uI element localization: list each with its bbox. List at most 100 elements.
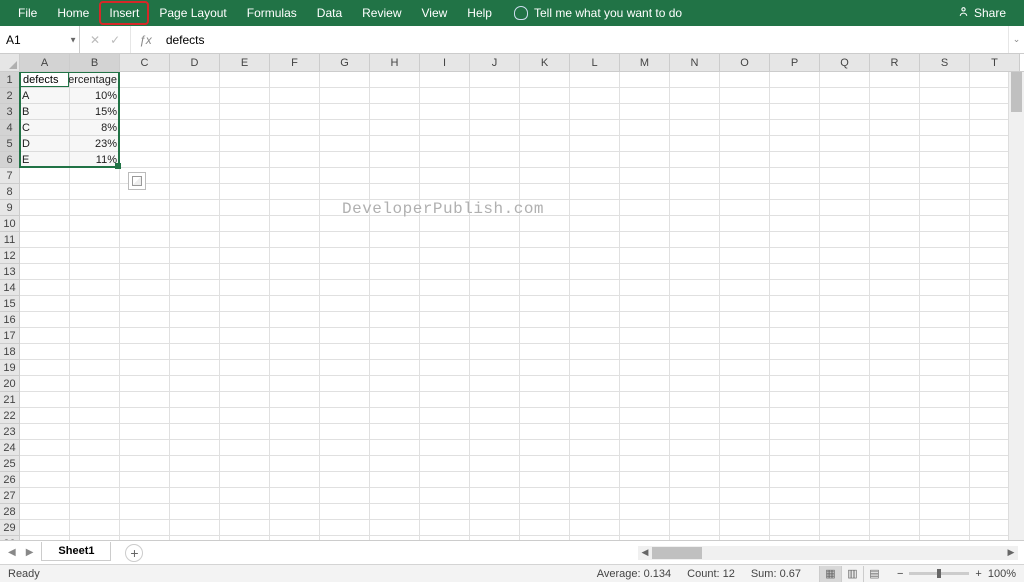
- cell-G14[interactable]: [320, 280, 370, 295]
- cell-Q21[interactable]: [820, 392, 870, 407]
- cell-B15[interactable]: [70, 296, 120, 311]
- cell-L16[interactable]: [570, 312, 620, 327]
- cell-S24[interactable]: [920, 440, 970, 455]
- cell-E12[interactable]: [220, 248, 270, 263]
- cell-K27[interactable]: [520, 488, 570, 503]
- col-header-R[interactable]: R: [870, 54, 920, 71]
- cell-B16[interactable]: [70, 312, 120, 327]
- cell-O5[interactable]: [720, 136, 770, 151]
- cell-P5[interactable]: [770, 136, 820, 151]
- cell-B23[interactable]: [70, 424, 120, 439]
- cell-I16[interactable]: [420, 312, 470, 327]
- cell-Q28[interactable]: [820, 504, 870, 519]
- cell-C27[interactable]: [120, 488, 170, 503]
- cell-C22[interactable]: [120, 408, 170, 423]
- cell-F24[interactable]: [270, 440, 320, 455]
- cell-P14[interactable]: [770, 280, 820, 295]
- cell-A29[interactable]: [20, 520, 70, 535]
- cell-S3[interactable]: [920, 104, 970, 119]
- cell-G17[interactable]: [320, 328, 370, 343]
- cell-R25[interactable]: [870, 456, 920, 471]
- cell-D4[interactable]: [170, 120, 220, 135]
- cell-H22[interactable]: [370, 408, 420, 423]
- cell-O20[interactable]: [720, 376, 770, 391]
- cell-P22[interactable]: [770, 408, 820, 423]
- cell-E21[interactable]: [220, 392, 270, 407]
- cell-S7[interactable]: [920, 168, 970, 183]
- cell-B18[interactable]: [70, 344, 120, 359]
- cell-C12[interactable]: [120, 248, 170, 263]
- formula-input[interactable]: [160, 26, 1008, 53]
- cell-D19[interactable]: [170, 360, 220, 375]
- cell-B11[interactable]: [70, 232, 120, 247]
- cell-K3[interactable]: [520, 104, 570, 119]
- cell-D23[interactable]: [170, 424, 220, 439]
- cell-K6[interactable]: [520, 152, 570, 167]
- cell-P15[interactable]: [770, 296, 820, 311]
- cell-G22[interactable]: [320, 408, 370, 423]
- cell-P4[interactable]: [770, 120, 820, 135]
- cell-H15[interactable]: [370, 296, 420, 311]
- cell-C6[interactable]: [120, 152, 170, 167]
- cell-Q24[interactable]: [820, 440, 870, 455]
- cell-N12[interactable]: [670, 248, 720, 263]
- cell-M14[interactable]: [620, 280, 670, 295]
- cell-H23[interactable]: [370, 424, 420, 439]
- cell-D6[interactable]: [170, 152, 220, 167]
- cell-R23[interactable]: [870, 424, 920, 439]
- cell-N4[interactable]: [670, 120, 720, 135]
- cell-O1[interactable]: [720, 72, 770, 87]
- cell-G9[interactable]: [320, 200, 370, 215]
- cell-I26[interactable]: [420, 472, 470, 487]
- cell-A21[interactable]: [20, 392, 70, 407]
- cell-I7[interactable]: [420, 168, 470, 183]
- cell-A13[interactable]: [20, 264, 70, 279]
- cell-G28[interactable]: [320, 504, 370, 519]
- cell-P2[interactable]: [770, 88, 820, 103]
- cell-L24[interactable]: [570, 440, 620, 455]
- cell-L3[interactable]: [570, 104, 620, 119]
- cell-S17[interactable]: [920, 328, 970, 343]
- cell-C1[interactable]: [120, 72, 170, 87]
- cell-S27[interactable]: [920, 488, 970, 503]
- cell-E22[interactable]: [220, 408, 270, 423]
- cell-Q29[interactable]: [820, 520, 870, 535]
- cell-J14[interactable]: [470, 280, 520, 295]
- cell-C11[interactable]: [120, 232, 170, 247]
- cell-G7[interactable]: [320, 168, 370, 183]
- col-header-M[interactable]: M: [620, 54, 670, 71]
- cell-R24[interactable]: [870, 440, 920, 455]
- cell-E2[interactable]: [220, 88, 270, 103]
- hscroll-left-icon[interactable]: ◀: [638, 547, 652, 558]
- row-header-19[interactable]: 19: [0, 360, 19, 376]
- cell-O21[interactable]: [720, 392, 770, 407]
- cell-A4[interactable]: C: [20, 120, 70, 135]
- cell-L27[interactable]: [570, 488, 620, 503]
- col-header-F[interactable]: F: [270, 54, 320, 71]
- cell-M10[interactable]: [620, 216, 670, 231]
- cell-G8[interactable]: [320, 184, 370, 199]
- row-header-21[interactable]: 21: [0, 392, 19, 408]
- cell-G19[interactable]: [320, 360, 370, 375]
- cell-L20[interactable]: [570, 376, 620, 391]
- ribbon-tab-data[interactable]: Data: [307, 1, 352, 25]
- cell-R19[interactable]: [870, 360, 920, 375]
- cell-G10[interactable]: [320, 216, 370, 231]
- zoom-out-icon[interactable]: −: [897, 568, 903, 580]
- cell-G3[interactable]: [320, 104, 370, 119]
- cell-J27[interactable]: [470, 488, 520, 503]
- cell-Q5[interactable]: [820, 136, 870, 151]
- cell-D29[interactable]: [170, 520, 220, 535]
- cell-H18[interactable]: [370, 344, 420, 359]
- cell-E29[interactable]: [220, 520, 270, 535]
- cell-S11[interactable]: [920, 232, 970, 247]
- cell-S26[interactable]: [920, 472, 970, 487]
- cell-C19[interactable]: [120, 360, 170, 375]
- row-header-13[interactable]: 13: [0, 264, 19, 280]
- cell-I10[interactable]: [420, 216, 470, 231]
- ribbon-tab-view[interactable]: View: [412, 1, 458, 25]
- cell-B1[interactable]: percentage: [70, 72, 120, 87]
- cell-I6[interactable]: [420, 152, 470, 167]
- cell-B26[interactable]: [70, 472, 120, 487]
- cell-E1[interactable]: [220, 72, 270, 87]
